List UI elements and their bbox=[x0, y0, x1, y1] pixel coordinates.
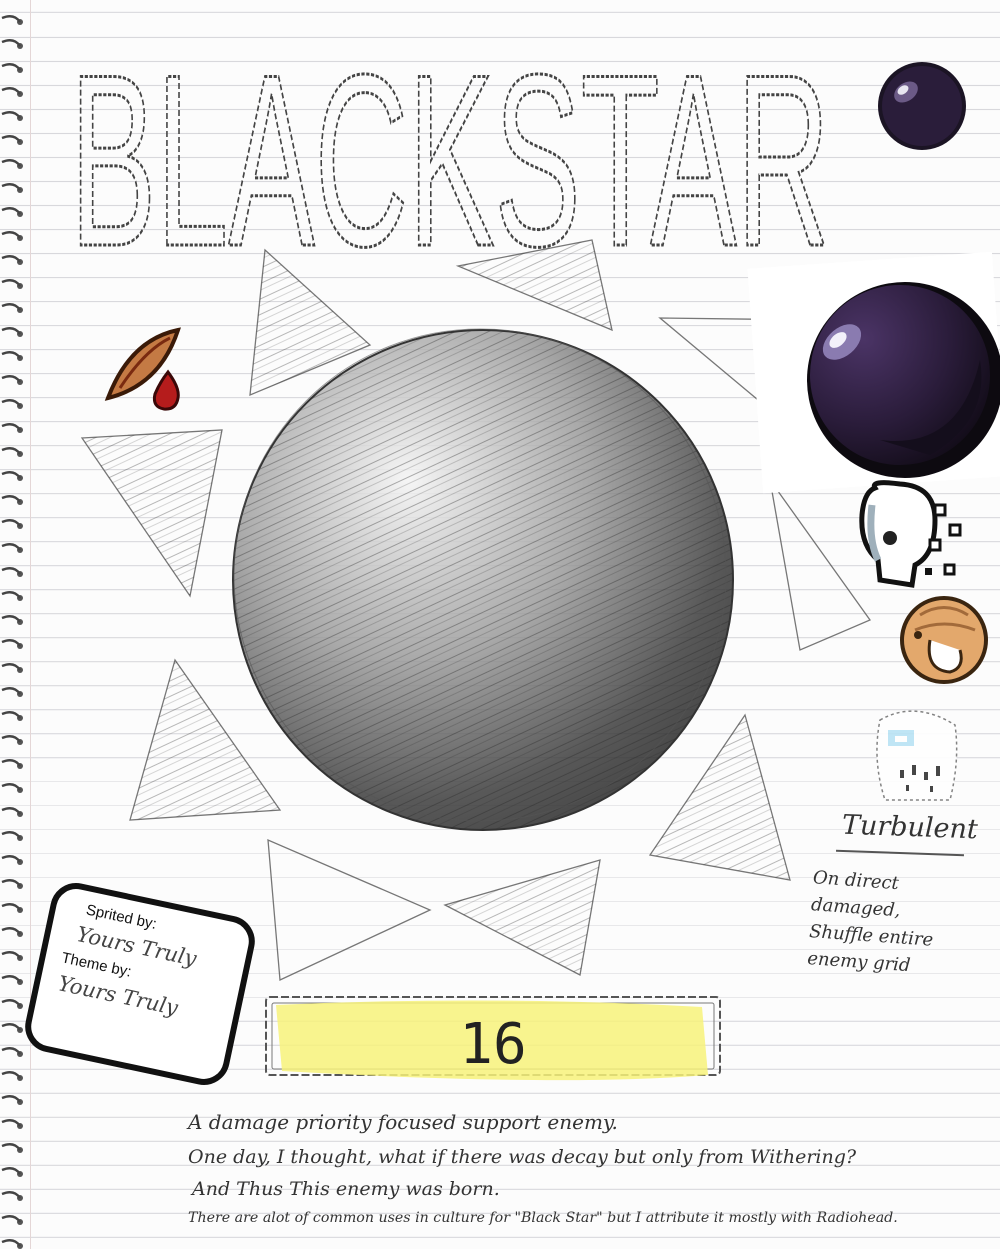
theme-credit-name: Yours Truly bbox=[55, 971, 181, 1021]
effect-description: On direct damaged, Shuffle entire enemy … bbox=[806, 864, 983, 984]
ghost-icon bbox=[876, 710, 958, 801]
small-black-orb-icon bbox=[878, 62, 966, 150]
note-line: And Thus This enemy was born. bbox=[192, 1178, 500, 1200]
spike bbox=[267, 838, 432, 981]
note-line: A damage priority focused support enemy. bbox=[188, 1110, 618, 1134]
sketched-sphere bbox=[232, 328, 734, 831]
skull-icon bbox=[859, 480, 962, 588]
note-line: One day, I thought, what if there was de… bbox=[188, 1146, 857, 1168]
spike bbox=[769, 479, 871, 651]
health-bar: 16 bbox=[265, 996, 721, 1081]
note-line: There are alot of common uses in culture… bbox=[188, 1210, 898, 1226]
large-black-orb-icon bbox=[747, 251, 1000, 494]
grub-icon bbox=[900, 596, 988, 684]
effect-name: Turbulent bbox=[841, 809, 979, 846]
health-value: 16 bbox=[459, 1012, 526, 1077]
wound-icon bbox=[104, 327, 181, 411]
